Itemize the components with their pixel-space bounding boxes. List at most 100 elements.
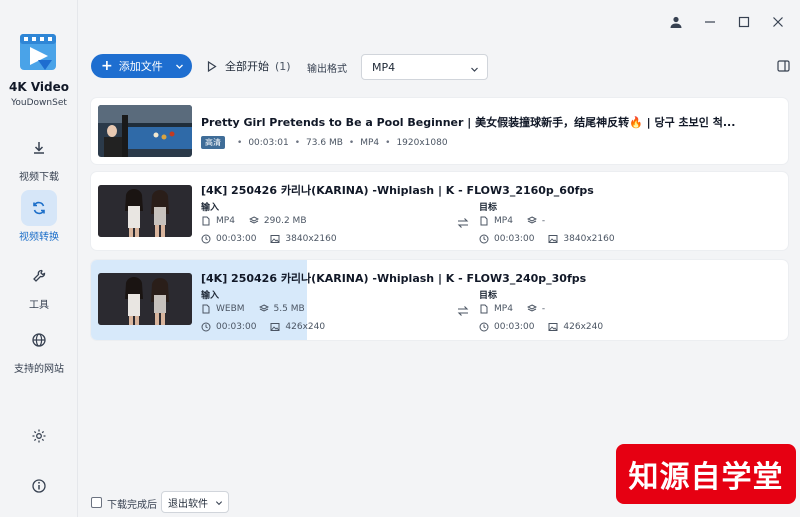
size-icon — [526, 216, 537, 226]
swap-arrows-icon — [456, 305, 470, 317]
output-format-value: MP4 — [372, 60, 396, 74]
input-duration: 00:03:00 — [216, 322, 257, 332]
file-icon — [479, 304, 489, 314]
input-duration-row: 00:03:00 426x240 — [201, 322, 325, 332]
item-title: [4K] 250426 카리나(KARINA) -Whiplash | K - … — [201, 184, 594, 197]
app-logo — [18, 30, 58, 74]
size-icon — [248, 216, 259, 226]
after-download-action-select[interactable]: 退出软件 — [161, 491, 229, 513]
after-download-action-value: 退出软件 — [168, 498, 208, 510]
input-resolution: 426x240 — [285, 322, 326, 332]
sidebar-item-video-download[interactable]: 视频下载 — [0, 130, 78, 186]
target-size: - — [541, 304, 546, 314]
plus-icon: + — [101, 58, 113, 74]
start-all-button[interactable]: 全部开始 (1) — [201, 54, 297, 78]
sidebar-item-label: 工具 — [29, 300, 49, 311]
after-download-checkbox[interactable] — [91, 497, 102, 508]
separator-dot: • — [385, 137, 391, 148]
size-icon — [258, 304, 269, 314]
item-title: [4K] 250426 카리나(KARINA) -Whiplash | K - … — [201, 272, 587, 285]
main-area: + 添加文件 全部开始 (1) 输出格式 MP4 Pretty Girl Pre… — [79, 0, 800, 517]
start-all-label: 全部开始 — [225, 60, 269, 73]
clock-icon — [201, 322, 211, 332]
brand-subtitle: YouDownSet — [11, 98, 67, 108]
target-resolution: 3840x2160 — [563, 234, 615, 244]
input-resolution: 3840x2160 — [285, 234, 337, 244]
after-download-label: 下载完成后 — [107, 500, 157, 511]
wrench-icon — [21, 258, 57, 294]
settings-icon[interactable] — [27, 424, 51, 448]
add-file-button[interactable]: + 添加文件 — [91, 54, 192, 78]
target-label: 目标 — [479, 203, 498, 213]
clock-icon — [479, 234, 489, 244]
sidebar-panel-icon[interactable] — [775, 58, 791, 74]
image-icon — [270, 322, 280, 332]
add-file-label: 添加文件 — [118, 60, 163, 73]
input-label: 输入 — [201, 291, 220, 301]
brand-name: 4K Video — [9, 80, 69, 94]
item-title: Pretty Girl Pretends to Be a Pool Beginn… — [201, 116, 736, 129]
image-icon — [270, 234, 280, 244]
separator-dot: • — [237, 137, 243, 148]
image-icon — [548, 234, 558, 244]
input-format: MP4 — [216, 216, 235, 226]
file-icon — [201, 216, 211, 226]
globe-icon — [21, 322, 57, 358]
item-resolution: 1920x1080 — [396, 137, 448, 148]
sidebar-item-video-convert[interactable]: 视频转换 — [0, 190, 78, 246]
output-format-select[interactable]: MP4 — [361, 54, 488, 80]
target-duration: 00:03:00 — [494, 322, 535, 332]
list-item[interactable]: Pretty Girl Pretends to Be a Pool Beginn… — [91, 98, 788, 164]
input-duration-row: 00:03:00 3840x2160 — [201, 234, 337, 244]
output-format-label: 输出格式 — [307, 64, 347, 75]
chevron-down-icon — [215, 499, 223, 510]
toolbar: + 添加文件 全部开始 (1) 输出格式 MP4 — [91, 54, 791, 80]
sidebar-item-label: 支持的网站 — [14, 364, 64, 375]
swap-arrows-icon — [456, 217, 470, 229]
minimize-icon[interactable] — [702, 14, 718, 30]
input-duration: 00:03:00 — [216, 234, 257, 244]
video-thumbnail — [98, 185, 192, 237]
target-format: MP4 — [494, 216, 513, 226]
sidebar: 4K Video YouDownSet 视频下载 视频转换 工具 支持的网站 — [0, 0, 78, 517]
sidebar-item-label: 视频下载 — [19, 172, 59, 183]
target-size: - — [541, 216, 546, 226]
item-meta: 高清 • 00:03:01 • 73.6 MB • MP4 • 1920x108… — [201, 136, 448, 149]
target-duration-row: 00:03:00 3840x2160 — [479, 234, 615, 244]
input-format-row: MP4 290.2 MB — [201, 216, 307, 226]
target-format-row: MP4 - — [479, 304, 545, 314]
image-icon — [548, 322, 558, 332]
convert-icon — [21, 190, 57, 226]
start-all-count: (1) — [275, 59, 291, 73]
chevron-down-icon — [470, 64, 479, 77]
maximize-icon[interactable] — [736, 14, 752, 30]
input-label: 输入 — [201, 203, 220, 213]
item-size: 73.6 MB — [306, 137, 343, 148]
list-item[interactable]: [4K] 250426 카리나(KARINA) -Whiplash | K - … — [91, 172, 788, 250]
chevron-down-icon[interactable] — [175, 61, 184, 74]
target-format: MP4 — [494, 304, 513, 314]
close-icon[interactable] — [770, 14, 786, 30]
input-format: WEBM — [216, 304, 245, 314]
sidebar-item-tools[interactable]: 工具 — [0, 258, 78, 314]
item-format: MP4 — [360, 137, 380, 148]
file-icon — [479, 216, 489, 226]
target-label: 目标 — [479, 291, 498, 301]
target-format-row: MP4 - — [479, 216, 545, 226]
size-icon — [526, 304, 537, 314]
target-duration: 00:03:00 — [494, 234, 535, 244]
item-duration: 00:03:01 — [248, 137, 289, 148]
quality-badge: 高清 — [201, 136, 225, 149]
list-item[interactable]: [4K] 250426 카리나(KARINA) -Whiplash | K - … — [91, 260, 788, 340]
sidebar-item-label: 视频转换 — [19, 232, 59, 243]
clock-icon — [201, 234, 211, 244]
sidebar-item-supported-sites[interactable]: 支持的网站 — [0, 322, 78, 378]
info-icon[interactable] — [27, 474, 51, 498]
separator-dot: • — [294, 137, 301, 148]
input-format-row: WEBM 5.5 MB — [201, 304, 305, 314]
input-size: 5.5 MB — [273, 304, 305, 314]
window-controls — [668, 8, 800, 36]
download-icon — [21, 130, 57, 166]
account-icon[interactable] — [668, 14, 684, 30]
clock-icon — [479, 322, 489, 332]
